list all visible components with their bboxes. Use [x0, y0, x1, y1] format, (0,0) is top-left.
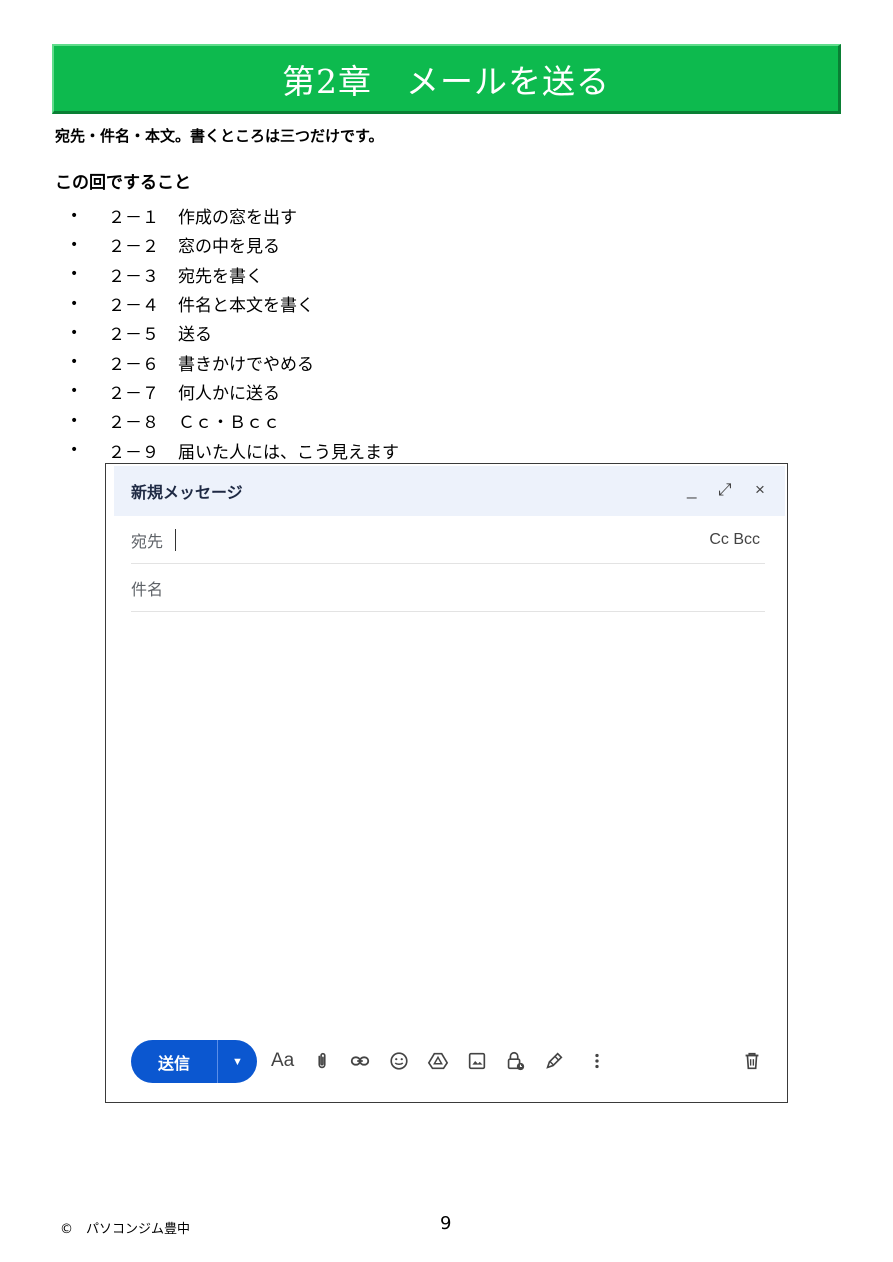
discard-trash-icon[interactable]: [741, 1048, 763, 1074]
list-item: • ２－３ 宛先を書く: [70, 260, 399, 289]
to-field[interactable]: 宛先 Cc Bcc: [131, 516, 765, 564]
item-text: 届いた人には、こう見えます: [178, 442, 399, 463]
item-number: ２－７: [108, 383, 159, 404]
formatting-icon[interactable]: Aa: [271, 1048, 294, 1074]
list-item: • ２－１ 作成の窓を出す: [70, 201, 399, 230]
subject-placeholder: 件名: [131, 581, 164, 599]
item-number: ２－４: [108, 296, 159, 317]
send-button[interactable]: 送信: [131, 1050, 217, 1074]
link-icon[interactable]: [349, 1048, 371, 1074]
item-text: Ｃｃ・Ｂｃｃ: [178, 413, 280, 434]
bullet-icon: •: [70, 412, 79, 429]
item-text: 作成の窓を出す: [178, 208, 297, 229]
item-number: ２－９: [108, 442, 159, 463]
bullet-icon: •: [70, 207, 79, 224]
list-item: • ２－５ 送る: [70, 318, 399, 347]
item-number: ２－８: [108, 413, 159, 434]
to-label: 宛先: [131, 533, 164, 551]
message-body-area[interactable]: [131, 614, 765, 1029]
chapter-title-banner: 第2章 メールを送る: [52, 44, 841, 114]
compose-title: 新規メッセージ: [131, 485, 243, 502]
schedule-send-dropdown-icon[interactable]: ▼: [218, 1056, 257, 1068]
chapter-title: 第2章 メールを送る: [282, 61, 610, 101]
item-text: 宛先を書く: [178, 266, 263, 287]
bullet-icon: •: [70, 236, 79, 253]
minimize-icon[interactable]: _: [687, 480, 696, 500]
item-number: ２－１: [108, 208, 159, 229]
item-number: ２－６: [108, 354, 159, 375]
item-text: 何人かに送る: [178, 383, 280, 404]
bullet-icon: •: [70, 324, 79, 341]
more-options-icon[interactable]: [586, 1048, 608, 1074]
cc-bcc-toggle[interactable]: Cc Bcc: [709, 531, 760, 549]
bullet-icon: •: [70, 442, 79, 459]
topic-list: • ２－１ 作成の窓を出す • ２－２ 窓の中を見る • ２－３ 宛先を書く • ２－４ 件名と…: [70, 201, 399, 465]
footer-copyright: © パソコンジム豊中: [60, 1222, 191, 1237]
send-button-group: 送信 ▼: [131, 1040, 257, 1083]
bullet-icon: •: [70, 295, 79, 312]
emoji-icon[interactable]: [388, 1048, 410, 1074]
chapter-subtitle: 宛先・件名・本文。書くところは三つだけです。: [55, 127, 384, 145]
item-text: 書きかけでやめる: [178, 354, 314, 375]
photo-icon[interactable]: [466, 1048, 488, 1074]
section-heading: この回ですること: [55, 173, 191, 193]
list-item: • ２－６ 書きかけでやめる: [70, 347, 399, 376]
background-window-edge: [106, 464, 114, 1102]
item-text: 件名と本文を書く: [178, 296, 314, 317]
subject-field[interactable]: 件名: [131, 564, 765, 612]
list-item: • ２－２ 窓の中を見る: [70, 230, 399, 259]
bullet-icon: •: [70, 266, 79, 283]
attach-icon[interactable]: [311, 1048, 333, 1074]
item-text: 送る: [178, 325, 212, 346]
signature-pen-icon[interactable]: [543, 1048, 565, 1074]
confidential-lock-icon[interactable]: [504, 1048, 526, 1074]
compose-window-screenshot: 新規メッセージ _ ⤢ × 宛先 Cc Bcc 件名 送信 ▼ Aa: [105, 463, 788, 1103]
close-icon[interactable]: ×: [755, 480, 765, 500]
list-item: • ２－９ 届いた人には、こう見えます: [70, 435, 399, 464]
list-item: • ２－８ Ｃｃ・Ｂｃｃ: [70, 406, 399, 435]
expand-icon[interactable]: ⤢: [718, 480, 732, 500]
item-text: 窓の中を見る: [178, 237, 280, 258]
compose-titlebar: 新規メッセージ _ ⤢ ×: [114, 466, 785, 516]
item-number: ２－２: [108, 237, 159, 258]
item-number: ２－３: [108, 266, 159, 287]
page-number: 9: [440, 1213, 452, 1234]
list-item: • ２－７ 何人かに送る: [70, 377, 399, 406]
drive-icon[interactable]: [427, 1048, 449, 1074]
list-item: • ２－４ 件名と本文を書く: [70, 289, 399, 318]
bullet-icon: •: [70, 354, 79, 371]
bullet-icon: •: [70, 383, 79, 400]
text-caret: [175, 528, 177, 551]
item-number: ２－５: [108, 325, 159, 346]
